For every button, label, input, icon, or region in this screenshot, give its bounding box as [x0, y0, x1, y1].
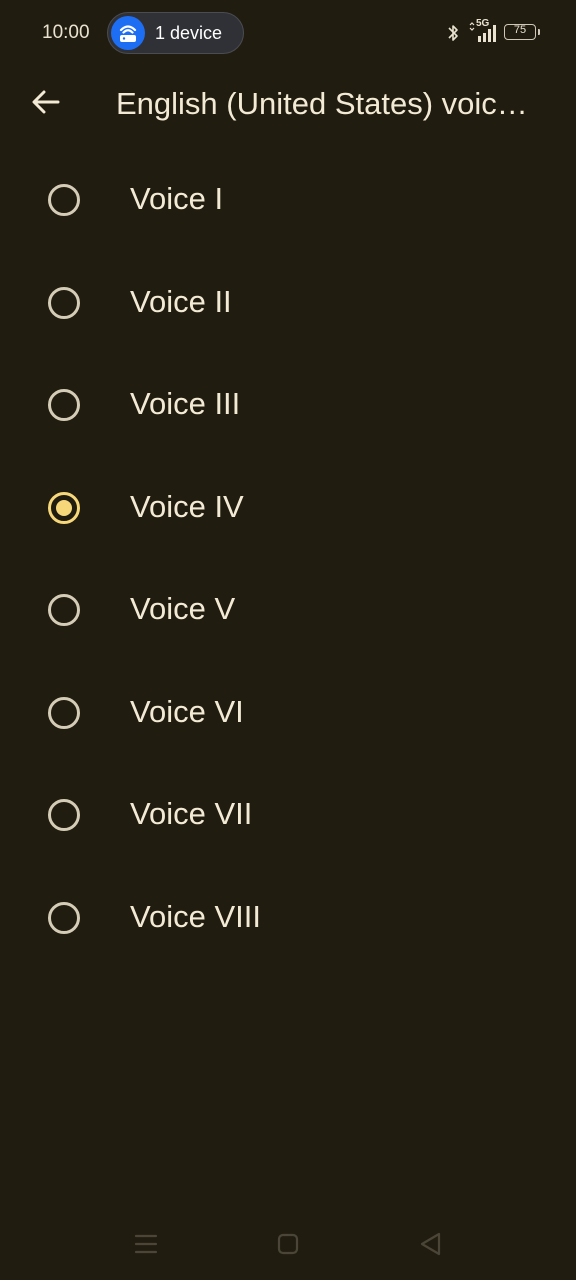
voice-label: Voice I: [130, 181, 224, 216]
voice-option[interactable]: Voice VIII: [0, 867, 576, 970]
status-bar: 10:00 1 device 5G 75: [0, 0, 576, 66]
page-title: English (United States) voic…: [116, 86, 528, 121]
menu-icon: [134, 1234, 158, 1254]
voice-option[interactable]: Voice V: [0, 559, 576, 662]
voice-label: Voice II: [130, 283, 232, 319]
recents-button[interactable]: [126, 1226, 166, 1262]
radio-button[interactable]: [48, 184, 80, 216]
home-square-icon: [277, 1233, 299, 1255]
app-bar: English (United States) voic…: [0, 66, 576, 142]
voice-option[interactable]: Voice I: [0, 149, 576, 252]
back-button[interactable]: [22, 78, 70, 126]
radio-button[interactable]: [48, 286, 80, 319]
voice-label: Voice V: [130, 591, 236, 626]
voice-label: Voice VI: [130, 693, 244, 729]
voice-label: Voice VII: [130, 796, 253, 831]
home-button[interactable]: [268, 1226, 308, 1262]
radio-button[interactable]: [48, 799, 80, 831]
status-time: 10:00: [42, 22, 90, 43]
voice-list: Voice I Voice II Voice III Voice IV Voic…: [0, 149, 576, 969]
voice-option[interactable]: Voice IV: [0, 457, 576, 560]
radio-button[interactable]: [48, 696, 80, 729]
hotspot-chip[interactable]: 1 device: [107, 12, 244, 54]
bluetooth-icon: [446, 23, 460, 48]
voice-label: Voice III: [130, 386, 241, 421]
navigation-bar: [0, 1210, 576, 1280]
battery-level: 75: [513, 24, 527, 36]
radio-button-selected[interactable]: [48, 491, 80, 524]
voice-option[interactable]: Voice VI: [0, 662, 576, 765]
radio-button[interactable]: [48, 594, 80, 626]
radio-button[interactable]: [48, 389, 80, 421]
hotspot-label: 1 device: [155, 23, 223, 43]
system-back-button[interactable]: [410, 1226, 450, 1262]
voice-option[interactable]: Voice II: [0, 252, 576, 355]
radio-button[interactable]: [48, 901, 80, 934]
voice-label: Voice VIII: [130, 898, 261, 934]
voice-option[interactable]: Voice VII: [0, 764, 576, 867]
voice-option[interactable]: Voice III: [0, 354, 576, 457]
voice-label: Voice IV: [130, 488, 244, 524]
network-type: 5G: [476, 18, 490, 29]
arrow-back-icon: [32, 90, 60, 114]
wifi-router-icon: [111, 16, 145, 50]
battery-icon: 75: [504, 24, 540, 40]
back-triangle-icon: [420, 1232, 441, 1256]
